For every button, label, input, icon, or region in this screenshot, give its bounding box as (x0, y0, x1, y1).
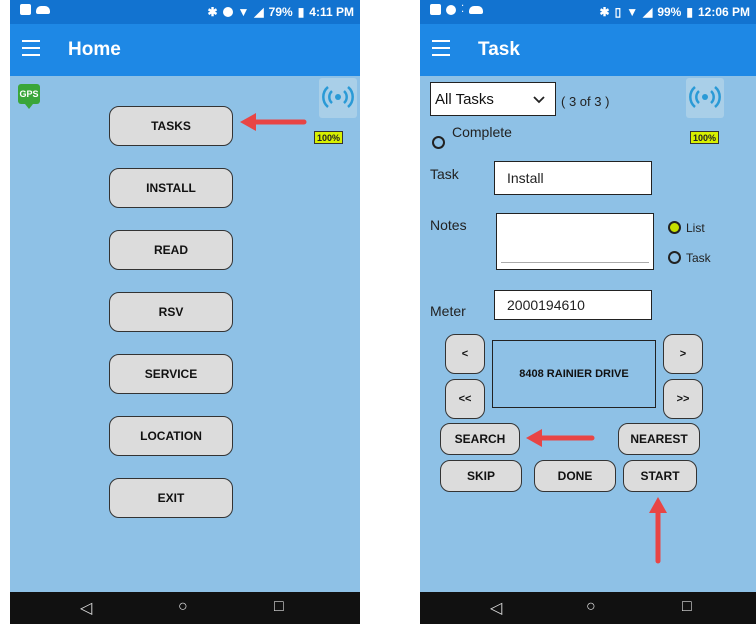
app-bar: Home (10, 24, 360, 76)
menu-icon[interactable] (22, 40, 40, 56)
vibrate-icon: ▯ (614, 5, 622, 19)
bluetooth-icon: ✱ (207, 5, 218, 19)
radio-signal-icon[interactable] (319, 78, 357, 118)
record-icon (446, 4, 456, 15)
meter-label: Meter (430, 303, 466, 319)
location-button[interactable]: LOCATION (109, 416, 233, 456)
clock: 4:11 PM (309, 5, 354, 19)
cast-icon: ⁚ (461, 4, 465, 15)
signal-icon: ◢ (254, 5, 264, 19)
task-count: ( 3 of 3 ) (561, 94, 610, 109)
exit-button[interactable]: EXIT (109, 478, 233, 518)
battery-icon: ▮ (297, 5, 305, 19)
home-screen: ✱ ▼ ◢ 79% ▮ 4:11 PM Home GPS 100% TASKS … (10, 0, 360, 624)
device-battery-indicator: 100% (690, 131, 720, 144)
start-button[interactable]: START (623, 460, 697, 492)
list-radio[interactable] (668, 221, 681, 234)
task-field[interactable]: Install (494, 161, 652, 195)
radio-signal-icon[interactable] (686, 78, 724, 118)
complete-radio[interactable] (432, 136, 445, 149)
last-button[interactable]: >> (663, 379, 703, 419)
install-button[interactable]: INSTALL (109, 168, 233, 208)
skip-button[interactable]: SKIP (440, 460, 522, 492)
android-nav-bar: ◁ ○ □ (420, 592, 756, 624)
page-title: Task (478, 39, 520, 60)
notes-label: Notes (430, 217, 467, 233)
task-filter-select[interactable]: All Tasks (430, 82, 556, 116)
task-screen: ⁚ ✱ ▯ ▼ ◢ 99% ▮ 12:06 PM Task All Tasks … (420, 0, 756, 624)
home-icon[interactable]: ○ (586, 598, 596, 616)
android-nav-bar: ◁ ○ □ (10, 592, 360, 624)
cloud-icon (469, 5, 484, 14)
next-button[interactable]: > (663, 334, 703, 374)
search-button[interactable]: SEARCH (440, 423, 520, 455)
first-button[interactable]: << (445, 379, 485, 419)
back-icon[interactable]: ◁ (80, 598, 92, 618)
chevron-down-icon (533, 96, 545, 104)
gallery-icon (20, 4, 31, 15)
tasks-button[interactable]: TASKS (109, 106, 233, 146)
signal-icon: ◢ (643, 5, 653, 19)
filter-selected: All Tasks (435, 91, 494, 108)
app-bar: Task (420, 24, 756, 76)
gps-icon: GPS (18, 84, 40, 109)
battery-percent: 99% (657, 5, 682, 19)
nearest-button[interactable]: NEAREST (618, 423, 700, 455)
back-icon[interactable]: ◁ (490, 598, 502, 618)
service-button[interactable]: SERVICE (109, 354, 233, 394)
annotation-arrow (240, 113, 307, 131)
task-radio-label: Task (686, 251, 711, 265)
recents-icon[interactable]: □ (274, 598, 284, 616)
done-button[interactable]: DONE (534, 460, 616, 492)
battery-percent: 79% (268, 5, 293, 19)
device-battery-indicator: 100% (314, 131, 344, 144)
complete-label: Complete (452, 124, 512, 140)
meter-field[interactable]: 2000194610 (494, 290, 652, 320)
task-label: Task (430, 166, 459, 182)
wifi-icon: ▼ (237, 5, 250, 19)
cloud-icon (36, 5, 50, 14)
status-bar: ⁚ ✱ ▯ ▼ ◢ 99% ▮ 12:06 PM (420, 0, 756, 24)
annotation-arrow (526, 429, 595, 447)
do-not-disturb-icon (222, 7, 233, 17)
status-bar: ✱ ▼ ◢ 79% ▮ 4:11 PM (10, 0, 360, 24)
prev-button[interactable]: < (445, 334, 485, 374)
rsv-button[interactable]: RSV (109, 292, 233, 332)
menu-icon[interactable] (432, 40, 450, 56)
battery-icon: ▮ (686, 5, 693, 19)
clock: 12:06 PM (697, 5, 750, 19)
annotation-arrow-up (649, 497, 667, 564)
bluetooth-icon: ✱ (599, 5, 610, 19)
page-title: Home (68, 39, 121, 60)
gallery-icon (430, 4, 441, 15)
home-icon[interactable]: ○ (178, 598, 188, 616)
task-radio[interactable] (668, 251, 681, 264)
list-radio-label: List (686, 221, 705, 235)
wifi-icon: ▼ (626, 5, 639, 19)
read-button[interactable]: READ (109, 230, 233, 270)
recents-icon[interactable]: □ (682, 598, 692, 616)
address-display: 8408 RAINIER DRIVE (492, 340, 656, 408)
notes-field[interactable] (496, 213, 654, 270)
